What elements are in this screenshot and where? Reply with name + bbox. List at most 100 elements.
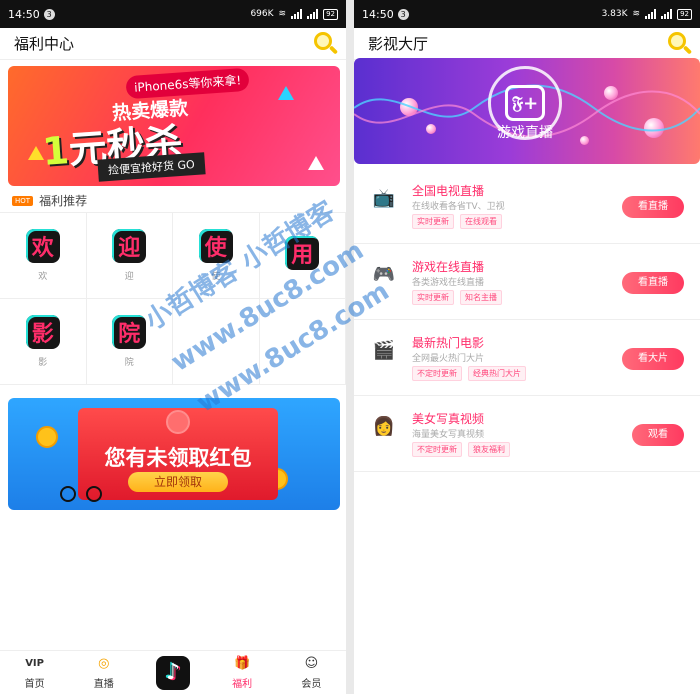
item-title: 游戏在线直播 — [412, 260, 485, 274]
claim-button[interactable]: 立即领取 — [128, 472, 228, 492]
notification-badge: 3 — [397, 8, 409, 20]
tiktok-icon: ♪ — [155, 655, 190, 690]
wifi-icon: ≋ — [632, 9, 641, 19]
vip-icon: VIP — [25, 658, 44, 669]
app-icon: 迎 — [112, 229, 147, 263]
top-bar: 福利中心 — [0, 28, 346, 60]
item-desc: 海量美女写真视频 — [412, 430, 485, 440]
grid-item-empty — [259, 299, 346, 385]
live-banner-text: 游戏直播 — [497, 125, 553, 141]
item-desc: 各类游戏在线直播 — [412, 278, 485, 288]
search-button[interactable] — [666, 31, 693, 57]
page-title: 福利中心 — [14, 35, 75, 53]
right-screen: 14:50 3 3.83K ≋ 92 影视大厅 𝔉+ 游戏直播 📺 全国电视直播… — [354, 0, 700, 694]
grid-item[interactable]: 欢欢 — [0, 213, 87, 299]
item-tag: 知名主播 — [460, 290, 502, 305]
nav-live[interactable]: ◎ 直播 — [76, 655, 132, 690]
channel-list: 📺 全国电视直播 在线收看各省TV、卫视 实时更新 在线观看 看直播 🎮 游戏在线… — [354, 168, 700, 472]
grid-item[interactable]: 迎迎 — [86, 213, 173, 299]
left-screen: 14:50 3 696K ≋ 92 福利中心 iPhone6s等你来拿! 热卖爆… — [0, 0, 346, 694]
bottom-nav: VIP 首页 ◎ 直播 ♪ 🎁 福利 ☺ 会员 — [0, 650, 346, 694]
planet-icon: ◎ — [98, 656, 110, 671]
game-icon: 𝔉+ — [505, 85, 545, 121]
status-time: 14:50 — [362, 7, 394, 21]
nav-label: 福利 — [232, 679, 253, 690]
grid-item[interactable]: 用 — [259, 213, 346, 299]
list-item[interactable]: 👩 美女写真视频 海量美女写真视频 不定时更新 狼友福利 观看 — [354, 396, 700, 472]
battery-icon: 92 — [677, 8, 692, 20]
red-packet-banner[interactable]: 您有未领取红包 立即领取 — [8, 398, 340, 510]
search-button[interactable] — [312, 31, 339, 57]
grid-item-label: 迎 — [124, 272, 134, 282]
network-speed: 3.83K — [601, 9, 628, 19]
page-title: 影视大厅 — [368, 35, 429, 53]
watch-live-button[interactable]: 看直播 — [622, 272, 684, 294]
game-controller-icon: 🎮 — [372, 263, 396, 285]
signal-icon — [307, 9, 319, 19]
watch-movie-button[interactable]: 看大片 — [622, 348, 684, 370]
welfare-grid: 欢欢 迎迎 使使 用 影影 院院 — [0, 212, 346, 385]
item-title: 全国电视直播 — [412, 184, 485, 198]
grid-item-label: 院 — [124, 358, 134, 368]
grid-item[interactable]: 院院 — [86, 299, 173, 385]
item-desc: 全网最火热门大片 — [412, 354, 485, 364]
nav-member[interactable]: ☺ 会员 — [283, 655, 339, 690]
list-item[interactable]: 📺 全国电视直播 在线收看各省TV、卫视 实时更新 在线观看 看直播 — [354, 168, 700, 244]
bicycle-icon — [60, 478, 104, 502]
app-icon: 欢 — [25, 229, 60, 263]
nav-tiktok[interactable]: ♪ — [145, 655, 201, 690]
hot-badge: HOT — [12, 195, 34, 206]
app-icon: 影 — [25, 315, 60, 349]
girl-icon: 👩 — [372, 415, 396, 437]
item-title: 美女写真视频 — [412, 412, 485, 426]
signal-icon — [661, 9, 673, 19]
item-tag: 在线观看 — [460, 214, 502, 229]
app-icon: 用 — [285, 235, 320, 270]
grid-item[interactable]: 使使 — [173, 213, 260, 299]
grid-item-label: 欢 — [38, 272, 48, 282]
gift-icon: 🎁 — [234, 656, 251, 671]
watch-live-button[interactable]: 看直播 — [622, 196, 684, 218]
status-bar: 14:50 3 3.83K ≋ 92 — [354, 0, 700, 28]
nav-home[interactable]: VIP 首页 — [7, 655, 63, 690]
status-bar: 14:50 3 696K ≋ 92 — [0, 0, 346, 28]
list-item[interactable]: 🎮 游戏在线直播 各类游戏在线直播 实时更新 知名主播 看直播 — [354, 244, 700, 320]
item-tag: 实时更新 — [412, 290, 454, 305]
grid-item-empty — [173, 299, 260, 385]
battery-icon: 92 — [323, 8, 338, 20]
top-bar: 影视大厅 — [354, 28, 700, 60]
app-icon: 院 — [112, 315, 147, 349]
member-icon: ☺ — [304, 656, 319, 671]
signal-icon — [645, 9, 657, 19]
grid-item[interactable]: 影影 — [0, 299, 87, 385]
live-banner[interactable]: 𝔉+ 游戏直播 — [354, 58, 700, 164]
item-tag: 不定时更新 — [412, 442, 462, 457]
watch-button[interactable]: 观看 — [632, 424, 684, 446]
nav-label: 会员 — [301, 679, 322, 690]
item-desc: 在线收看各省TV、卫视 — [412, 202, 505, 212]
section-title: 福利推荐 — [39, 194, 88, 208]
grid-item-label: 使 — [211, 272, 221, 282]
item-tag: 经典热门大片 — [468, 366, 526, 381]
nav-welfare[interactable]: 🎁 福利 — [214, 655, 270, 690]
item-tag: 不定时更新 — [412, 366, 462, 381]
signal-icon — [291, 9, 303, 19]
nav-label: 首页 — [24, 679, 45, 690]
red-packet-title: 您有未领取红包 — [104, 446, 252, 470]
promo-top-text: iPhone6s等你来拿! — [125, 67, 250, 100]
section-header: HOT 福利推荐 — [12, 192, 87, 209]
movie-icon: 🎬 — [372, 339, 396, 361]
list-item[interactable]: 🎬 最新热门电影 全网最火热门大片 不定时更新 经典热门大片 看大片 — [354, 320, 700, 396]
wifi-icon: ≋ — [278, 9, 287, 19]
grid-item-label: 影 — [38, 358, 48, 368]
nav-label: 直播 — [93, 679, 114, 690]
promo-banner[interactable]: iPhone6s等你来拿! 热卖爆款 1元秒杀 捡便宜抢好货 GO — [8, 66, 340, 186]
item-tag: 实时更新 — [412, 214, 454, 229]
item-tag: 狼友福利 — [468, 442, 510, 457]
status-time: 14:50 — [8, 7, 40, 21]
tv-icon: 📺 — [372, 187, 396, 209]
notification-badge: 3 — [43, 8, 55, 20]
item-title: 最新热门电影 — [412, 336, 485, 350]
app-icon: 使 — [198, 229, 233, 263]
red-envelope: 您有未领取红包 立即领取 — [78, 408, 278, 500]
